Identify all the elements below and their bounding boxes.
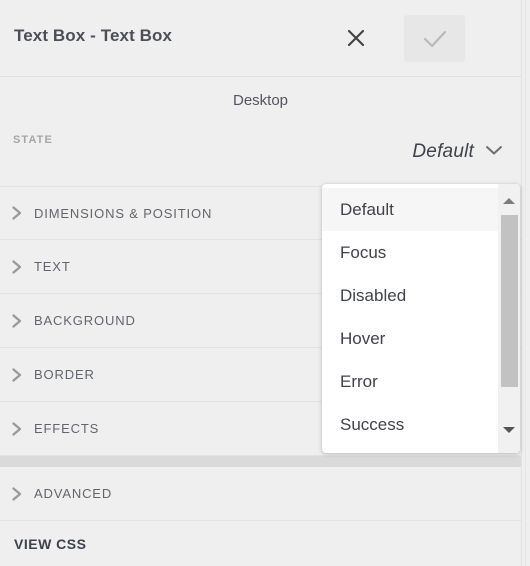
- chevron-right-icon: [0, 421, 34, 437]
- state-option-disabled[interactable]: Disabled: [322, 274, 498, 317]
- state-option-list: Default Focus Disabled Hover Error Succe…: [322, 184, 498, 453]
- chevron-right-icon: [0, 486, 34, 502]
- chevron-right-icon: [0, 313, 34, 329]
- state-label: STATE: [13, 134, 53, 146]
- close-button[interactable]: [340, 22, 372, 54]
- scrollbar-thumb[interactable]: [501, 215, 518, 387]
- chevron-right-icon: [0, 259, 34, 275]
- panel-right-divider: [521, 0, 522, 566]
- style-editor-panel: Text Box - Text Box Desktop STATE Defaul…: [0, 0, 530, 566]
- panel-header: Text Box - Text Box: [0, 0, 521, 77]
- chevron-right-icon: [0, 205, 34, 221]
- state-selected-value: Default: [412, 141, 474, 162]
- state-option-focus[interactable]: Focus: [322, 231, 498, 274]
- check-icon: [423, 29, 447, 49]
- confirm-button[interactable]: [404, 15, 465, 62]
- state-dropdown-menu: Default Focus Disabled Hover Error Succe…: [322, 184, 520, 453]
- view-css-button[interactable]: VIEW CSS: [0, 521, 521, 566]
- scroll-down-arrow-icon[interactable]: [498, 419, 520, 441]
- section-label: EFFECTS: [34, 421, 100, 436]
- chevron-down-icon: [485, 143, 503, 161]
- section-label: BORDER: [34, 367, 95, 382]
- chevron-right-icon: [0, 367, 34, 383]
- state-dropdown-trigger[interactable]: Default: [412, 141, 503, 163]
- section-label: TEXT: [34, 259, 71, 274]
- sidebar-item-advanced[interactable]: ADVANCED: [0, 467, 521, 521]
- view-css-label: VIEW CSS: [14, 535, 87, 552]
- section-label: DIMENSIONS & POSITION: [34, 205, 213, 221]
- device-label[interactable]: Desktop: [0, 92, 521, 109]
- panel-outer-divider: [525, 0, 526, 566]
- state-option-hover[interactable]: Hover: [322, 317, 498, 360]
- section-label: BACKGROUND: [34, 313, 136, 328]
- close-icon: [346, 28, 366, 48]
- state-row: STATE Default: [0, 125, 521, 186]
- dropdown-scrollbar[interactable]: [498, 184, 520, 453]
- section-label: ADVANCED: [34, 486, 113, 501]
- device-selector-row: Desktop: [0, 77, 521, 125]
- scroll-up-arrow-icon[interactable]: [498, 190, 520, 212]
- state-option-success[interactable]: Success: [322, 403, 498, 446]
- section-separator-band: [0, 456, 521, 467]
- page-title: Text Box - Text Box: [14, 26, 173, 45]
- state-option-error[interactable]: Error: [322, 360, 498, 403]
- state-option-default[interactable]: Default: [322, 188, 498, 231]
